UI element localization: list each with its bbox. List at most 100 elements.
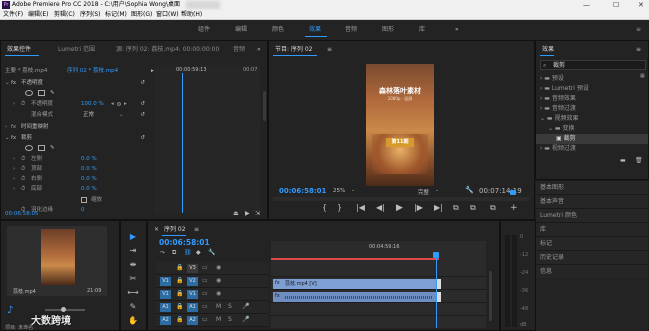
tree-item-crop-selected[interactable]: ▣ 裁剪 xyxy=(536,134,648,144)
workspace-color[interactable]: 颜色 xyxy=(272,26,284,34)
zoom-select[interactable]: 25% xyxy=(333,188,345,194)
panel-link-markers[interactable]: 标记 xyxy=(536,236,648,250)
sync-lock-icon[interactable]: ▭ xyxy=(202,264,208,272)
wrench-icon[interactable]: 🔧 xyxy=(208,249,215,256)
reset-crop-icon[interactable]: ↺ xyxy=(140,135,145,142)
panel-more-icon[interactable]: » xyxy=(257,46,261,54)
lock-icon[interactable]: 🔒 xyxy=(176,316,183,324)
stopwatch-icon[interactable]: ⏱ xyxy=(21,186,25,193)
tab-effect-controls[interactable]: 效果控件 xyxy=(7,46,31,54)
expand-right-icon[interactable]: › xyxy=(13,176,15,183)
program-menu-icon[interactable]: ≡ xyxy=(327,46,332,54)
program-scrub-bar[interactable] xyxy=(273,197,529,201)
effects-menu-icon[interactable]: ≡ xyxy=(636,46,641,54)
selection-tool-icon[interactable]: ▶ xyxy=(127,232,139,242)
crop-top-value[interactable]: 0.0 % xyxy=(81,166,97,173)
chevron-down-icon[interactable]: ⌄ xyxy=(435,187,439,193)
menu-window[interactable]: 窗口(W) xyxy=(156,11,179,19)
step-forward-button[interactable]: |▶ xyxy=(414,203,423,213)
chevron-down-icon[interactable]: ⌄ xyxy=(351,187,355,193)
panel-link-essential-sound[interactable]: 基本声音 xyxy=(536,194,648,208)
pen-mask-icon[interactable]: ✎ xyxy=(50,145,55,152)
close-icon[interactable]: ✕ xyxy=(154,226,159,234)
menu-help[interactable]: 帮助(H) xyxy=(181,11,202,19)
workspace-assembly[interactable]: 组件 xyxy=(198,26,210,34)
panel-link-history[interactable]: 历史记录 xyxy=(536,250,648,264)
prev-keyframe-icon[interactable]: ◂ xyxy=(111,101,114,108)
trash-icon[interactable]: 🗑 xyxy=(635,157,643,164)
menu-graphics[interactable]: 图形(G) xyxy=(131,11,152,19)
reset-opacity-icon[interactable]: ↺ xyxy=(140,80,145,87)
reset-opacity-value-icon[interactable]: ↺ xyxy=(140,101,145,108)
expand-crop-icon[interactable]: ⌄ xyxy=(5,135,10,142)
tab-audio[interactable]: 音频 xyxy=(233,46,245,54)
ripple-edit-tool-icon[interactable]: ⇼ xyxy=(127,260,139,270)
track-name-a1[interactable]: A1 xyxy=(187,303,198,312)
tab-effects[interactable]: 效果 xyxy=(542,46,554,54)
solo-button[interactable]: S xyxy=(228,303,232,311)
tab-source[interactable]: 源: 序列 02: 荔枝.mp4: 00:00:00:00 xyxy=(116,46,219,54)
ec-scrollbar[interactable] xyxy=(263,91,266,121)
pen-tool-icon[interactable]: ✎ xyxy=(127,302,139,312)
chevron-down-icon[interactable]: ⌄ xyxy=(119,112,124,119)
hand-tool-icon[interactable]: ✋ xyxy=(127,316,139,326)
tree-item-presets[interactable]: › ▬ 预设 xyxy=(536,74,648,84)
microphone-icon[interactable]: 🎤 xyxy=(242,316,249,324)
razor-tool-icon[interactable]: ✂ xyxy=(127,274,139,284)
source-patch-v1[interactable]: V1 xyxy=(160,290,171,299)
ellipse-mask-icon[interactable] xyxy=(25,145,33,151)
tree-item-video-transitions[interactable]: › ▬ 视频过渡 xyxy=(536,144,648,154)
crop-bottom-value[interactable]: 0.0 % xyxy=(81,186,97,193)
sequence-clip-label[interactable]: 序列 02 * 荔枝.mp4 xyxy=(67,68,118,75)
zoom-checkbox[interactable] xyxy=(81,197,87,203)
sync-lock-icon[interactable]: ▭ xyxy=(202,316,208,324)
panel-link-info[interactable]: 信息 xyxy=(536,264,648,278)
feather-value[interactable]: 0 xyxy=(81,207,85,214)
audio-clip[interactable]: fx xyxy=(273,292,436,302)
expand-bottom-icon[interactable]: › xyxy=(13,186,15,193)
workspace-audio[interactable]: 音频 xyxy=(345,26,357,34)
maximize-button[interactable]: ☐ xyxy=(613,0,619,10)
track-name-v1[interactable]: V1 xyxy=(187,290,198,299)
sync-lock-icon[interactable]: ▭ xyxy=(202,277,208,285)
expand-opacity-value-icon[interactable]: › xyxy=(13,101,15,108)
microphone-icon[interactable]: 🎤 xyxy=(242,303,249,311)
workspace-more-icon[interactable]: » xyxy=(455,26,459,34)
tree-item-transform[interactable]: ⌄ ▬ 变换 xyxy=(536,124,648,134)
mark-out-button[interactable]: } xyxy=(337,203,342,213)
stopwatch-icon[interactable]: ⏱ xyxy=(21,156,25,163)
effects-search-input[interactable]: ⌕ 裁剪 xyxy=(540,60,646,70)
expand-top-icon[interactable]: › xyxy=(13,166,15,173)
stopwatch-icon[interactable]: ⏱ xyxy=(21,101,25,108)
quality-select[interactable]: 完整 xyxy=(418,188,429,196)
timeline-ruler[interactable]: 00:04:59:16 xyxy=(271,241,486,263)
mute-button[interactable]: M xyxy=(216,316,221,324)
timeline-playhead-line[interactable] xyxy=(436,258,437,328)
go-to-in-button[interactable]: |◀ xyxy=(356,203,365,213)
blend-mode-select[interactable]: 正常 xyxy=(83,112,94,119)
play-button[interactable]: ▶ xyxy=(396,203,403,213)
menu-edit[interactable]: 编辑(E) xyxy=(28,11,48,19)
source-patch-a2[interactable]: A2 xyxy=(160,316,171,325)
expand-time-remap-icon[interactable]: › xyxy=(5,124,7,131)
eye-icon[interactable]: ◉ xyxy=(216,290,221,298)
panel-link-lumetri-color[interactable]: Lumetri 颜色 xyxy=(536,208,648,222)
mark-in-button[interactable]: { xyxy=(322,203,327,213)
ellipse-mask-icon[interactable] xyxy=(25,90,33,96)
clip-name[interactable]: 荔枝.mp4 xyxy=(13,288,36,295)
panel-link-essential-graphics[interactable]: 基本图形 xyxy=(536,180,648,194)
menu-marker[interactable]: 标记(M) xyxy=(105,11,127,19)
program-video-frame[interactable]: 森林落叶素材 1080p · 竖屏 第11期 xyxy=(366,64,434,186)
solo-button[interactable]: S xyxy=(228,316,232,324)
project-thumbnail-frame[interactable]: 荔枝.mp4 21:09 xyxy=(7,226,107,296)
master-clip-label[interactable]: 主要 * 荔枝.mp4 xyxy=(5,68,47,75)
slip-tool-icon[interactable]: ⟷ xyxy=(127,288,139,298)
workspace-effects[interactable]: 效果 xyxy=(309,26,321,34)
program-timecode[interactable]: 00:06:58:01 xyxy=(279,187,326,195)
track-name-v3[interactable]: V3 xyxy=(187,264,198,273)
workspace-menu-icon[interactable]: ≡ xyxy=(636,26,641,34)
next-keyframe-icon[interactable]: ▸ xyxy=(124,101,127,108)
timeline-vertical-scrollbar[interactable] xyxy=(489,271,492,321)
extract-button[interactable]: ⧉ xyxy=(470,203,476,213)
ec-timecode[interactable]: 00:06:58:05 xyxy=(5,211,39,217)
